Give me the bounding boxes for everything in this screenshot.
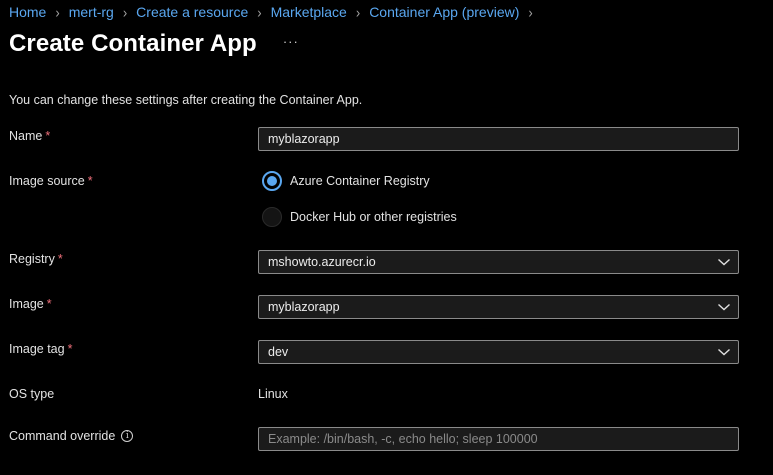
image-label: Image * [9, 297, 52, 311]
breadcrumb: Home › mert-rg › Create a resource › Mar… [9, 3, 542, 21]
command-override-input[interactable]: Example: /bin/bash, -c, echo hello; slee… [258, 427, 739, 451]
radio-docker-hub[interactable]: Docker Hub or other registries [262, 207, 457, 227]
chevron-right-icon: › [257, 3, 262, 21]
os-type-label: OS type [9, 387, 55, 401]
image-value: myblazorapp [268, 300, 340, 314]
more-actions-button[interactable]: ··· [283, 34, 299, 49]
chevron-right-icon: › [528, 3, 533, 21]
breadcrumb-home[interactable]: Home [9, 4, 46, 20]
registry-dropdown[interactable]: mshowto.azurecr.io [258, 250, 739, 274]
image-tag-label: Image tag * [9, 342, 73, 356]
breadcrumb-resource-group[interactable]: mert-rg [69, 4, 114, 20]
name-input[interactable]: myblazorapp [258, 127, 739, 151]
image-tag-dropdown[interactable]: dev [258, 340, 739, 364]
registry-label: Registry * [9, 252, 63, 266]
os-type-value: Linux [258, 387, 288, 401]
breadcrumb-marketplace[interactable]: Marketplace [271, 4, 347, 20]
image-tag-value: dev [268, 345, 289, 359]
required-marker: * [45, 129, 51, 143]
chevron-down-icon [718, 348, 730, 356]
image-dropdown[interactable]: myblazorapp [258, 295, 739, 319]
info-icon[interactable]: i [121, 429, 134, 442]
image-source-label: Image source * [9, 174, 93, 188]
required-marker: * [87, 174, 93, 188]
registry-value: mshowto.azurecr.io [268, 255, 376, 269]
radio-azure-container-registry[interactable]: Azure Container Registry [262, 171, 430, 191]
intro-text: You can change these settings after crea… [9, 93, 363, 107]
radio-unselected-icon[interactable] [262, 207, 282, 227]
radio-selected-icon[interactable] [262, 171, 282, 191]
radio-label: Azure Container Registry [290, 174, 430, 188]
chevron-right-icon: › [55, 3, 60, 21]
name-label: Name * [9, 129, 51, 143]
required-marker: * [46, 297, 52, 311]
required-marker: * [67, 342, 73, 356]
chevron-down-icon [718, 258, 730, 266]
page-title: Create Container App [9, 30, 257, 57]
chevron-right-icon: › [122, 3, 128, 21]
command-override-label: Command override i [9, 429, 134, 443]
title-row: Create Container App ··· [9, 30, 299, 58]
chevron-down-icon [718, 303, 730, 311]
breadcrumb-container-app[interactable]: Container App (preview) [369, 4, 519, 20]
chevron-right-icon: › [355, 3, 361, 21]
breadcrumb-create-resource[interactable]: Create a resource [136, 4, 248, 20]
required-marker: * [57, 252, 63, 266]
radio-label: Docker Hub or other registries [290, 210, 457, 224]
